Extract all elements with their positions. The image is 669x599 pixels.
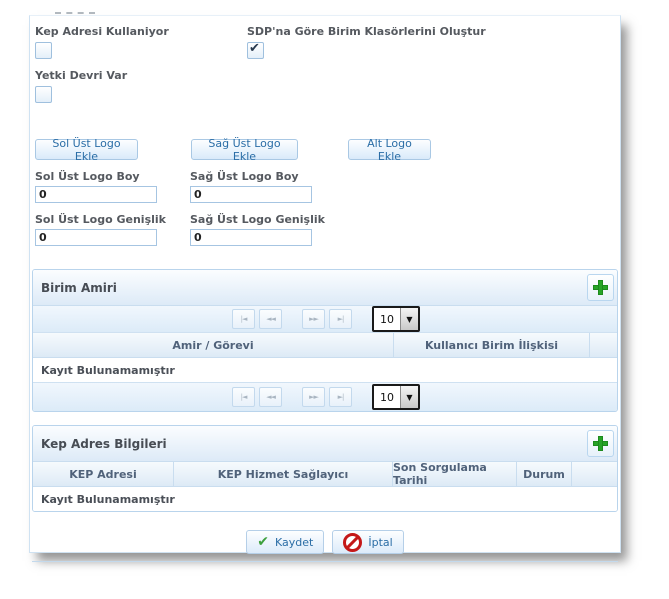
birim-amiri-header: Birim Amiri [33,270,617,306]
yetki-devri-var-checkbox[interactable] [35,86,52,103]
sag-ust-logo-genislik-label: Sağ Üst Logo Genişlik [190,213,345,226]
sag-ust-logo-boy-input[interactable] [190,186,312,203]
birim-amiri-add-button[interactable] [587,274,614,301]
dropdown-arrow-icon: ▼ [400,308,418,330]
rows-per-page-value: 10 [374,386,400,408]
boy-inputs-row [32,183,618,203]
column-header-kullanici-birim-iliskisi: Kullanıcı Birim İlişkisi [394,333,590,357]
sol-ust-logo-ekle-button[interactable]: Sol Üst Logo Ekle [35,139,138,160]
column-header-son-sorgulama-tarihi: Son Sorgulama Tarihi [393,462,517,486]
kaydet-button-label: Kaydet [275,536,313,549]
paginator-first-button[interactable]: |◄ [232,387,255,407]
sol-ust-logo-boy-label: Sol Üst Logo Boy [35,170,190,183]
sag-ust-logo-genislik-input[interactable] [190,229,312,246]
birim-amiri-panel: Birim Amiri |◄ ◄◄ ►► ►| 10 ▼ Amir / Göre… [32,269,618,412]
genislik-inputs-row [32,226,618,246]
kaydet-button[interactable]: ✔ Kaydet [246,530,324,554]
kep-adresi-kullaniyor-label: Kep Adresi Kullaniyor [35,25,247,38]
main-form-panel: Kep Adresi Kullaniyor SDP'na Göre Birim … [29,15,621,553]
iptal-button-label: İptal [368,536,392,549]
birim-amiri-paginator-bottom: |◄ ◄◄ ►► ►| 10 ▼ [33,382,617,411]
kep-adres-bilgileri-panel: Kep Adres Bilgileri KEP Adresi KEP Hizme… [32,425,618,512]
paginator-first-button[interactable]: |◄ [232,309,255,329]
paginator-last-button[interactable]: ►| [329,309,352,329]
alt-logo-ekle-button[interactable]: Alt Logo Ekle [348,139,431,160]
genislik-labels-row: Sol Üst Logo Genişlik Sağ Üst Logo Geniş… [32,213,618,226]
sol-ust-logo-boy-input[interactable] [35,186,157,203]
sdp-birim-klasorleri-checkbox[interactable]: ✔ [247,42,264,59]
paginator-next-button[interactable]: ►► [302,309,325,329]
paginator-prev-button[interactable]: ◄◄ [259,387,282,407]
column-header-amir-gorevi: Amir / Görevi [33,333,394,357]
sag-ust-logo-boy-label: Sağ Üst Logo Boy [190,170,345,183]
form-actions: ✔ Kaydet İptal [32,530,618,554]
kep-adres-table-header: KEP Adresi KEP Hizmet Sağlayıcı Son Sorg… [33,462,617,487]
rows-per-page-value: 10 [374,308,400,330]
column-header-actions [590,333,617,357]
kep-adresi-kullaniyor-checkbox[interactable] [35,42,52,59]
cancel-prohibition-icon [343,533,362,552]
checkmark-icon: ✔ [249,41,260,56]
yetki-devri-var-group: Yetki Devri Var [35,69,127,103]
kep-adres-header: Kep Adres Bilgileri [33,426,617,462]
kep-adresi-kullaniyor-group: Kep Adresi Kullaniyor [35,25,247,59]
kep-adres-empty-row: Kayıt Bulunamamıştır [33,487,617,511]
plus-icon [593,436,608,451]
rows-per-page-select[interactable]: 10 ▼ [372,384,420,410]
paginator-next-button[interactable]: ►► [302,387,325,407]
birim-amiri-title: Birim Amiri [41,281,117,295]
checkbox-row-2: Yetki Devri Var [32,69,618,103]
column-header-kep-hizmet-saglayici: KEP Hizmet Sağlayıcı [174,462,393,486]
sol-ust-logo-genislik-label: Sol Üst Logo Genişlik [35,213,190,226]
sdp-birim-klasorleri-group: SDP'na Göre Birim Klasörlerini Oluştur ✔ [247,25,486,59]
sdp-birim-klasorleri-label: SDP'na Göre Birim Klasörlerini Oluştur [247,25,486,38]
birim-amiri-table-header: Amir / Görevi Kullanıcı Birim İlişkisi [33,333,617,358]
paginator-last-button[interactable]: ►| [329,387,352,407]
rows-per-page-select[interactable]: 10 ▼ [372,306,420,332]
save-check-icon: ✔ [257,535,269,549]
kep-adres-title: Kep Adres Bilgileri [41,437,167,451]
boy-labels-row: Sol Üst Logo Boy Sağ Üst Logo Boy [32,170,618,183]
paginator-prev-button[interactable]: ◄◄ [259,309,282,329]
dropdown-arrow-icon: ▼ [400,386,418,408]
birim-amiri-empty-row: Kayıt Bulunamamıştır [33,358,617,382]
iptal-button[interactable]: İptal [332,530,403,554]
page: Kep Adresi Kullaniyor SDP'na Göre Birim … [0,0,669,599]
kep-adres-empty-message: Kayıt Bulunamamıştır [33,493,175,506]
yetki-devri-var-label: Yetki Devri Var [35,69,127,82]
sol-ust-logo-genislik-input[interactable] [35,229,157,246]
birim-amiri-empty-message: Kayıt Bulunamamıştır [33,364,175,377]
logo-buttons-row: Sol Üst Logo Ekle Sağ Üst Logo Ekle Alt … [32,139,618,160]
checkbox-row-1: Kep Adresi Kullaniyor SDP'na Göre Birim … [32,25,618,59]
birim-amiri-paginator-top: |◄ ◄◄ ►► ►| 10 ▼ [33,306,617,333]
column-header-actions [572,462,617,486]
kep-adres-add-button[interactable] [587,430,614,457]
plus-icon [593,280,608,295]
column-header-kep-adresi: KEP Adresi [33,462,174,486]
bottom-divider [32,561,618,562]
sag-ust-logo-ekle-button[interactable]: Sağ Üst Logo Ekle [191,139,298,160]
column-header-durum: Durum [517,462,572,486]
